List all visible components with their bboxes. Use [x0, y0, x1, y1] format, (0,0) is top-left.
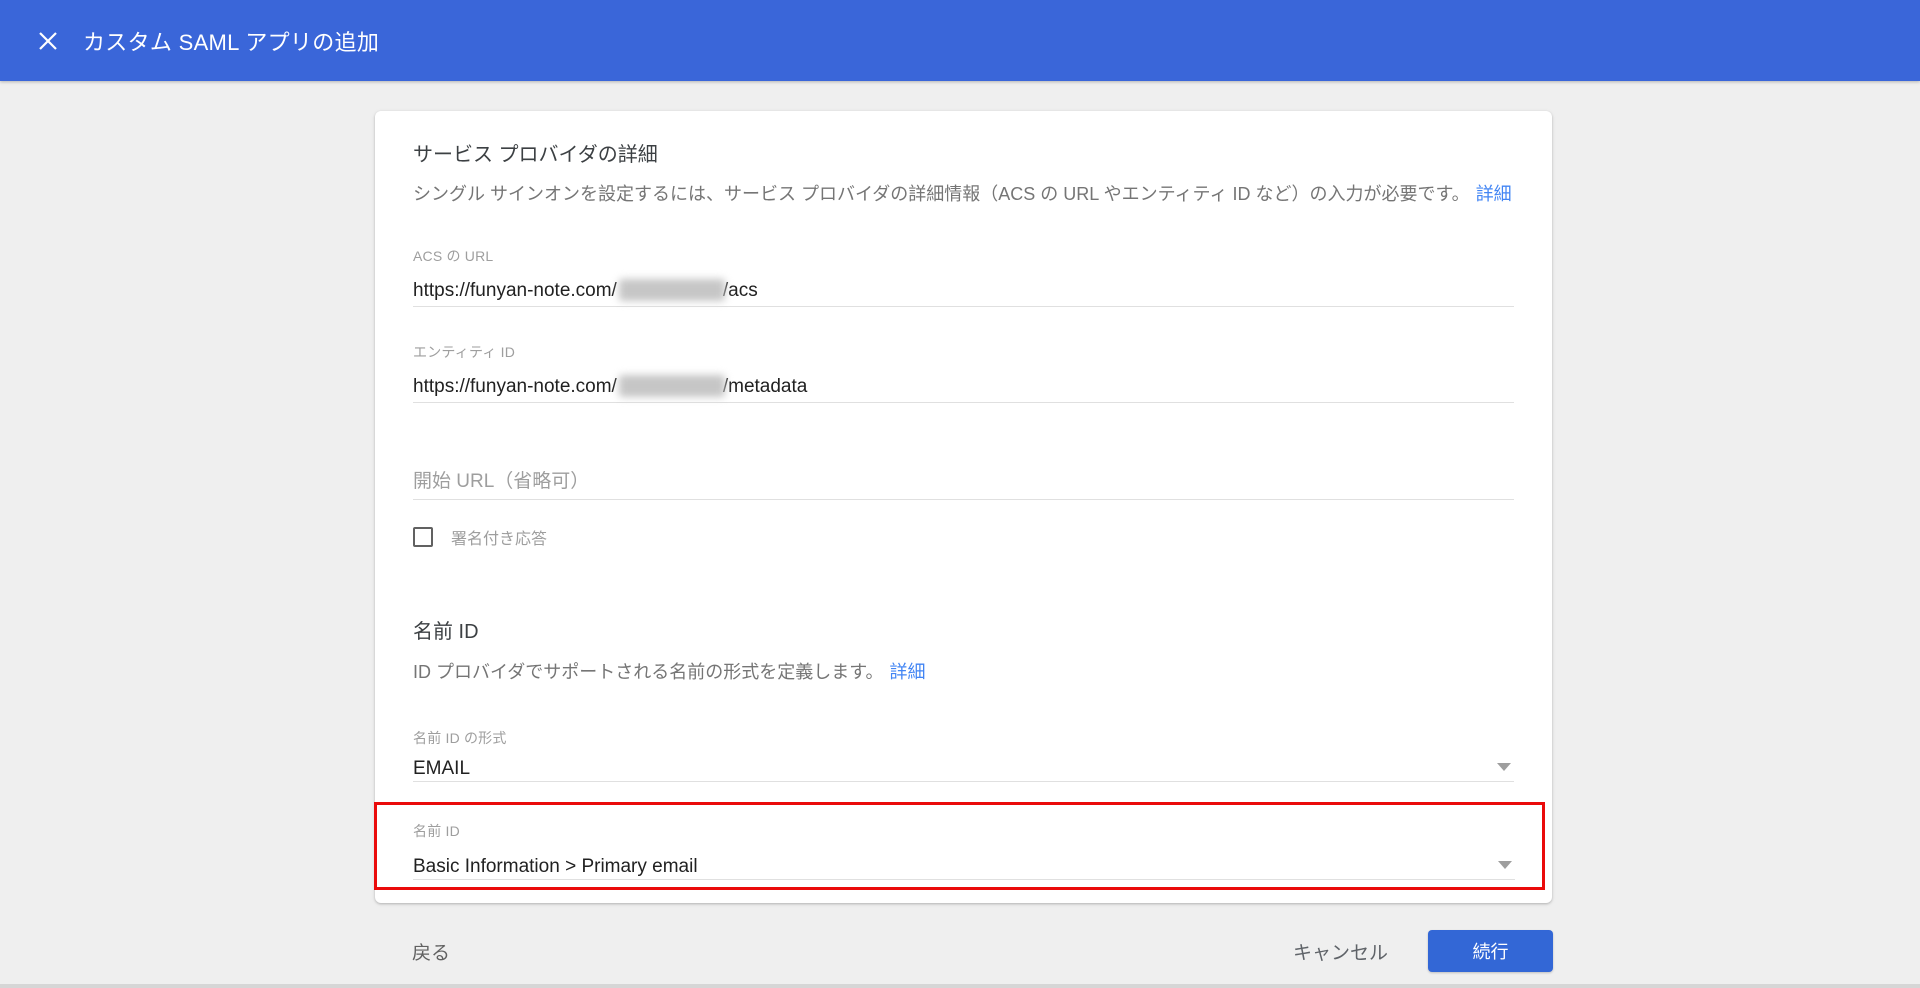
- service-provider-heading: サービス プロバイダの詳細: [413, 144, 658, 166]
- back-button[interactable]: 戻る: [410, 932, 452, 971]
- name-id-value: Basic Information > Primary email: [413, 856, 698, 877]
- service-provider-description-text: シングル サインオンを設定するには、サービス プロバイダの詳細情報（ACS の …: [413, 184, 1470, 204]
- entity-id-field: エンティティ ID https://funyan-note.com/ /metad…: [413, 345, 1514, 403]
- entity-id-suffix: /metadata: [722, 376, 808, 397]
- acs-url-label: ACS の URL: [413, 248, 494, 264]
- learn-more-link-name-id[interactable]: 詳細: [889, 662, 925, 682]
- acs-url-value[interactable]: https://funyan-note.com/ /acs: [413, 279, 1514, 307]
- continue-button[interactable]: 続行: [1428, 930, 1553, 972]
- chevron-down-icon: [1497, 763, 1511, 771]
- dialog-footer: 戻る キャンセル 続行: [410, 928, 1553, 974]
- window-bottom-edge: [0, 984, 1920, 988]
- saml-form-card: サービス プロバイダの詳細 シングル サインオンを設定するには、サービス プロバ…: [374, 111, 1552, 903]
- entity-id-label: エンティティ ID: [413, 344, 516, 360]
- acs-url-prefix: https://funyan-note.com/: [413, 280, 617, 301]
- dialog-header: カスタム SAML アプリの追加: [0, 0, 1920, 81]
- name-id-format-field: 名前 ID の形式 EMAIL: [413, 731, 1514, 782]
- close-icon[interactable]: [28, 21, 68, 61]
- signed-response-row: 署名付き応答: [413, 525, 1514, 549]
- signed-response-label: 署名付き応答: [451, 531, 548, 548]
- name-id-description: ID プロバイダでサポートされる名前の形式を定義します。 詳細: [413, 662, 1514, 682]
- redacted-blur-block: [618, 375, 725, 397]
- name-id-value-select[interactable]: Basic Information > Primary email: [413, 857, 1515, 880]
- name-id-value-label: 名前 ID: [413, 823, 460, 839]
- service-provider-description: シングル サインオンを設定するには、サービス プロバイダの詳細情報（ACS の …: [413, 184, 1514, 204]
- acs-url-field: ACS の URL https://funyan-note.com/ /acs: [413, 249, 1514, 307]
- name-id-format-select[interactable]: EMAIL: [413, 759, 1514, 782]
- name-id-format-label: 名前 ID の形式: [413, 730, 507, 746]
- signed-response-checkbox[interactable]: [413, 527, 433, 547]
- dialog-title: カスタム SAML アプリの追加: [83, 29, 380, 55]
- redacted-blur-block: [618, 279, 725, 301]
- chevron-down-icon: [1498, 861, 1512, 869]
- name-id-heading: 名前 ID: [413, 621, 479, 643]
- name-id-description-text: ID プロバイダでサポートされる名前の形式を定義します。: [413, 662, 884, 682]
- name-id-highlight-box: 名前 ID Basic Information > Primary email: [374, 802, 1545, 890]
- entity-id-value[interactable]: https://funyan-note.com/ /metadata: [413, 375, 1514, 403]
- learn-more-link-service-provider[interactable]: 詳細: [1476, 184, 1512, 204]
- start-url-input[interactable]: [413, 471, 1514, 500]
- entity-id-prefix: https://funyan-note.com/: [413, 376, 617, 397]
- cancel-button[interactable]: キャンセル: [1291, 932, 1390, 971]
- acs-url-suffix: /acs: [722, 280, 758, 301]
- name-id-format-value: EMAIL: [413, 758, 471, 779]
- close-icon-glyph: [39, 31, 57, 50]
